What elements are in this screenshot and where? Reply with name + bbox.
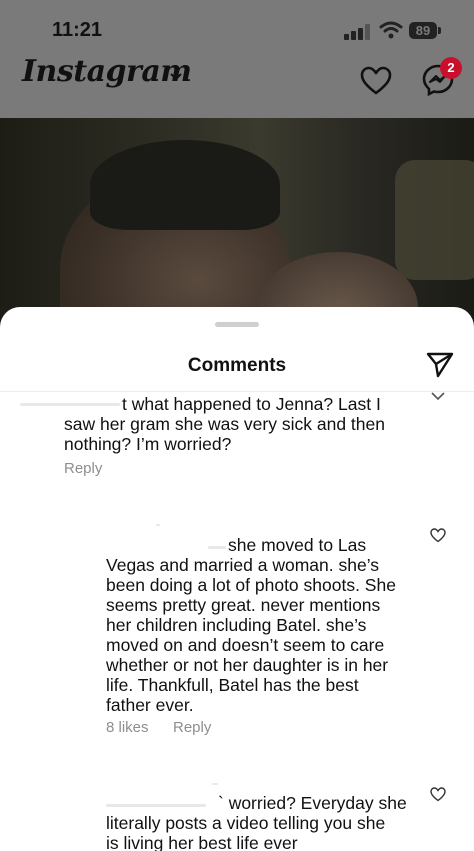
comment-line: whether or not her daughter is in her [106,655,389,675]
photo-hair [90,140,280,230]
battery-icon: 89 [409,22,437,39]
signal-icon [344,24,370,40]
sheet-title: Comments [187,355,287,376]
photo-car-window [395,160,474,280]
comment-line: life. Thankfull, Batel has the best [106,675,359,695]
comment-line: her children including Batel. she’s [106,615,367,635]
like-heart-icon[interactable] [430,787,446,802]
comment-line: she moved to Las [228,535,367,555]
share-icon[interactable] [425,351,455,379]
comment-line: literally posts a video telling you she [106,813,386,833]
messages-badge: 2 [440,57,462,79]
sheet-divider [0,391,474,392]
redacted-username [156,524,160,526]
wifi-icon [379,21,403,39]
instagram-logo[interactable]: Instagram [22,54,192,89]
comment-line: Vegas and married a woman. she’s [106,555,380,575]
comment-line: moved on and doesn’t seem to care [106,635,385,655]
battery-nub [438,27,441,34]
comment-line: nothing? I’m worried? [64,434,232,454]
comment-line: t what happened to Jenna? Last I [122,394,381,414]
sheet-grabber[interactable] [215,322,259,327]
comment-line: been doing a lot of photo shoots. She [106,575,396,595]
reply-button[interactable]: Reply [173,719,211,736]
comment-line: is living her best life ever [106,833,298,851]
reply-button[interactable]: Reply [64,460,102,477]
redacted-username [20,403,120,406]
comment-line: saw her gram she was very sick and then [64,414,385,434]
redacted-username [106,804,206,807]
comments-sheet[interactable]: Comments t what happened to Jenna? Last … [0,307,474,851]
comment-line: ` worried? Everyday she [218,793,407,813]
chevron-down-icon[interactable] [170,72,182,82]
likes-count[interactable]: 8 likes [106,719,149,736]
collapse-chevron-icon[interactable] [430,391,446,406]
status-time: 11:21 [52,19,103,41]
comment-line: father ever. [106,695,194,715]
heart-icon[interactable] [360,66,392,96]
redacted-username [208,546,226,549]
like-heart-icon[interactable] [430,528,446,543]
redacted-username [212,783,218,785]
comment-line: seems pretty great. never mentions [106,595,381,615]
